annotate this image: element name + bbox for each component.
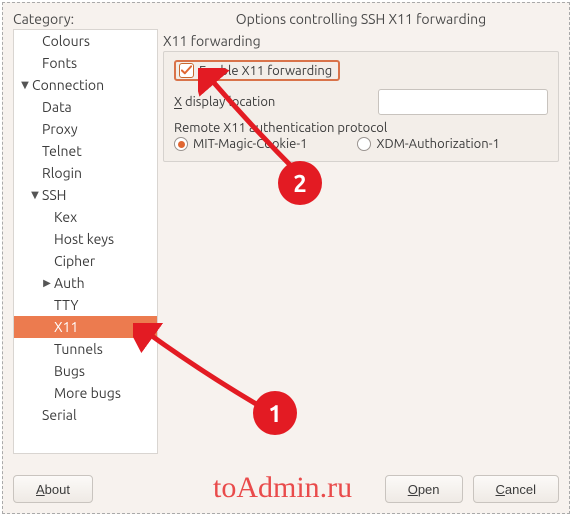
tree-item-label: Connection [32, 77, 104, 93]
tree-item-tunnels[interactable]: Tunnels [14, 338, 157, 360]
x-display-location-input[interactable] [378, 89, 548, 115]
x11-group-box: Enable X11 forwarding X display location… [163, 51, 559, 162]
annotation-badge-2: 2 [278, 161, 322, 205]
category-tree[interactable]: ColoursFonts▼ConnectionDataProxyTelnetRl… [13, 29, 158, 454]
x-display-location-label: X display location [174, 95, 275, 109]
tree-item-label: Host keys [54, 231, 114, 247]
dialog-button-row: About Open Cancel [13, 475, 559, 503]
tree-item-label: Cipher [54, 253, 95, 269]
tree-item-label: SSH [42, 187, 66, 203]
tree-item-ssh[interactable]: ▼SSH [14, 184, 157, 206]
radio-icon [357, 137, 371, 151]
auth-radio-mit[interactable]: MIT-Magic-Cookie-1 [174, 137, 307, 151]
dialog-frame: Category: Options controlling SSH X11 fo… [2, 2, 570, 514]
tree-item-auth[interactable]: ▶Auth [14, 272, 157, 294]
tree-item-proxy[interactable]: Proxy [14, 118, 157, 140]
checkbox-icon [179, 63, 194, 78]
enable-x11-label: Enable X11 forwarding [199, 64, 332, 78]
enable-x11-forwarding-checkbox[interactable]: Enable X11 forwarding [174, 60, 340, 81]
auth-protocol-radio-group: MIT-Magic-Cookie-1 XDM-Authorization-1 [174, 137, 548, 151]
radio-icon [174, 137, 188, 151]
tree-item-label: Data [42, 99, 72, 115]
tree-item-label: Colours [42, 33, 90, 49]
tree-item-label: Kex [54, 209, 77, 225]
auth-radio-xdm[interactable]: XDM-Authorization-1 [357, 137, 499, 151]
tree-item-data[interactable]: Data [14, 96, 157, 118]
tree-item-serial[interactable]: Serial [14, 404, 157, 426]
tree-item-label: Fonts [42, 55, 77, 71]
x11-panel: X11 forwarding Enable X11 forwarding X d… [163, 33, 559, 153]
tree-item-label: More bugs [54, 385, 121, 401]
tree-item-connection[interactable]: ▼Connection [14, 74, 157, 96]
category-heading: Category: [13, 11, 74, 27]
cancel-button[interactable]: Cancel [473, 475, 559, 503]
tree-item-kex[interactable]: Kex [14, 206, 157, 228]
tree-item-host-keys[interactable]: Host keys [14, 228, 157, 250]
tree-item-telnet[interactable]: Telnet [14, 140, 157, 162]
open-button[interactable]: Open [385, 475, 463, 503]
tree-item-colours[interactable]: Colours [14, 30, 157, 52]
tree-item-rlogin[interactable]: Rlogin [14, 162, 157, 184]
tree-item-bugs[interactable]: Bugs [14, 360, 157, 382]
remote-auth-label: Remote X11 authentication protocol [174, 121, 548, 135]
tree-item-tty[interactable]: TTY [14, 294, 157, 316]
tree-item-cipher[interactable]: Cipher [14, 250, 157, 272]
tree-item-fonts[interactable]: Fonts [14, 52, 157, 74]
about-button[interactable]: About [13, 475, 93, 503]
tree-item-label: Rlogin [42, 165, 82, 181]
tree-item-label: Auth [54, 275, 85, 291]
radio-label: MIT-Magic-Cookie-1 [193, 137, 307, 151]
tree-item-x11[interactable]: X11 [14, 316, 157, 338]
tree-item-label: TTY [54, 297, 78, 313]
tree-item-label: Telnet [42, 143, 82, 159]
page-title: Options controlling SSH X11 forwarding [163, 11, 559, 27]
tree-item-label: Bugs [54, 363, 85, 379]
tree-item-label: Serial [42, 407, 77, 423]
tree-caret-icon: ▶ [40, 277, 54, 289]
tree-item-more-bugs[interactable]: More bugs [14, 382, 157, 404]
radio-label: XDM-Authorization-1 [376, 137, 499, 151]
tree-item-label: Proxy [42, 121, 78, 137]
tree-caret-icon: ▼ [18, 79, 32, 91]
annotation-badge-1: 1 [253, 391, 297, 435]
tree-item-label: Tunnels [54, 341, 103, 357]
tree-item-label: X11 [54, 319, 78, 335]
tree-caret-icon: ▼ [28, 189, 42, 201]
x11-group-label: X11 forwarding [163, 33, 559, 49]
